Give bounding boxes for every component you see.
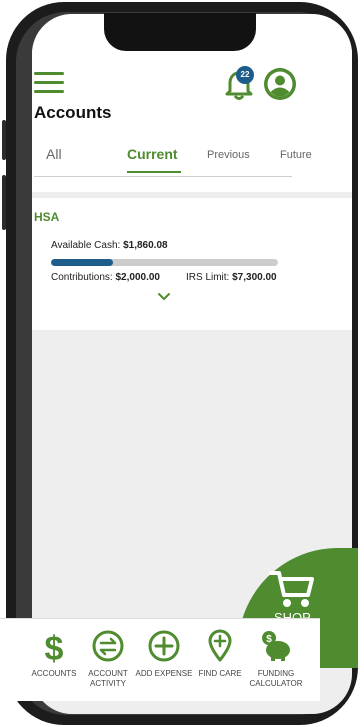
menu-icon[interactable] (34, 72, 64, 94)
bottom-navigation: $ ACCOUNTS ACCOUNT ACTIVITY ADD EXPENSE … (0, 618, 320, 701)
contribution-progress-bar (51, 259, 278, 266)
nav-add-expense[interactable]: ADD EXPENSE (134, 629, 194, 679)
nav-find-care[interactable]: FIND CARE (190, 629, 250, 679)
active-tab-indicator (127, 171, 181, 173)
tab-all[interactable]: All (46, 146, 62, 162)
nav-add-expense-label: ADD EXPENSE (135, 669, 193, 678)
tab-previous[interactable]: Previous (207, 149, 250, 161)
available-cash-label: Available Cash: (51, 240, 121, 251)
tab-current[interactable]: Current (127, 146, 178, 162)
chevron-down-icon[interactable] (157, 292, 171, 302)
contributions-value: $2,000.00 (115, 272, 160, 283)
nav-accounts[interactable]: $ ACCOUNTS (24, 629, 84, 679)
shopping-cart-icon (269, 571, 314, 607)
dollar-icon: $ (45, 630, 64, 663)
account-tabs: All Current Previous Future (34, 146, 312, 177)
svg-text:$: $ (45, 630, 64, 663)
available-cash: Available Cash: $1,860.08 (51, 240, 168, 251)
irs-limit-label: IRS Limit: (186, 272, 230, 283)
page-title: Accounts (34, 103, 112, 122)
account-name: HSA (34, 210, 60, 224)
available-cash-value: $1,860.08 (123, 240, 168, 251)
tab-future[interactable]: Future (280, 149, 312, 161)
nav-find-care-label: FIND CARE (198, 669, 242, 678)
nav-account-activity[interactable]: ACCOUNT ACTIVITY (78, 629, 138, 689)
side-button (2, 120, 6, 160)
progress-fill (51, 259, 114, 266)
notification-badge: 22 (236, 66, 254, 84)
contributions: Contributions: $2,000.00 (51, 272, 160, 283)
piggy-bank-icon: $ (262, 631, 290, 661)
profile-icon[interactable] (264, 68, 296, 100)
plus-circle-icon (148, 630, 180, 662)
svg-text:$: $ (266, 634, 272, 645)
irs-limit: IRS Limit: $7,300.00 (186, 272, 277, 283)
nav-account-activity-label: ACCOUNT ACTIVITY (88, 669, 128, 688)
irs-limit-value: $7,300.00 (232, 272, 277, 283)
nav-funding-calculator[interactable]: $ FUNDING CALCULATOR (246, 629, 306, 689)
contributions-label: Contributions: (51, 272, 113, 283)
nav-funding-calculator-label: FUNDING CALCULATOR (249, 669, 303, 688)
phone-notch (104, 13, 256, 51)
side-button (2, 175, 6, 230)
nav-accounts-label: ACCOUNTS (31, 669, 77, 678)
map-pin-plus-icon (208, 629, 232, 662)
transfer-icon (92, 630, 124, 662)
